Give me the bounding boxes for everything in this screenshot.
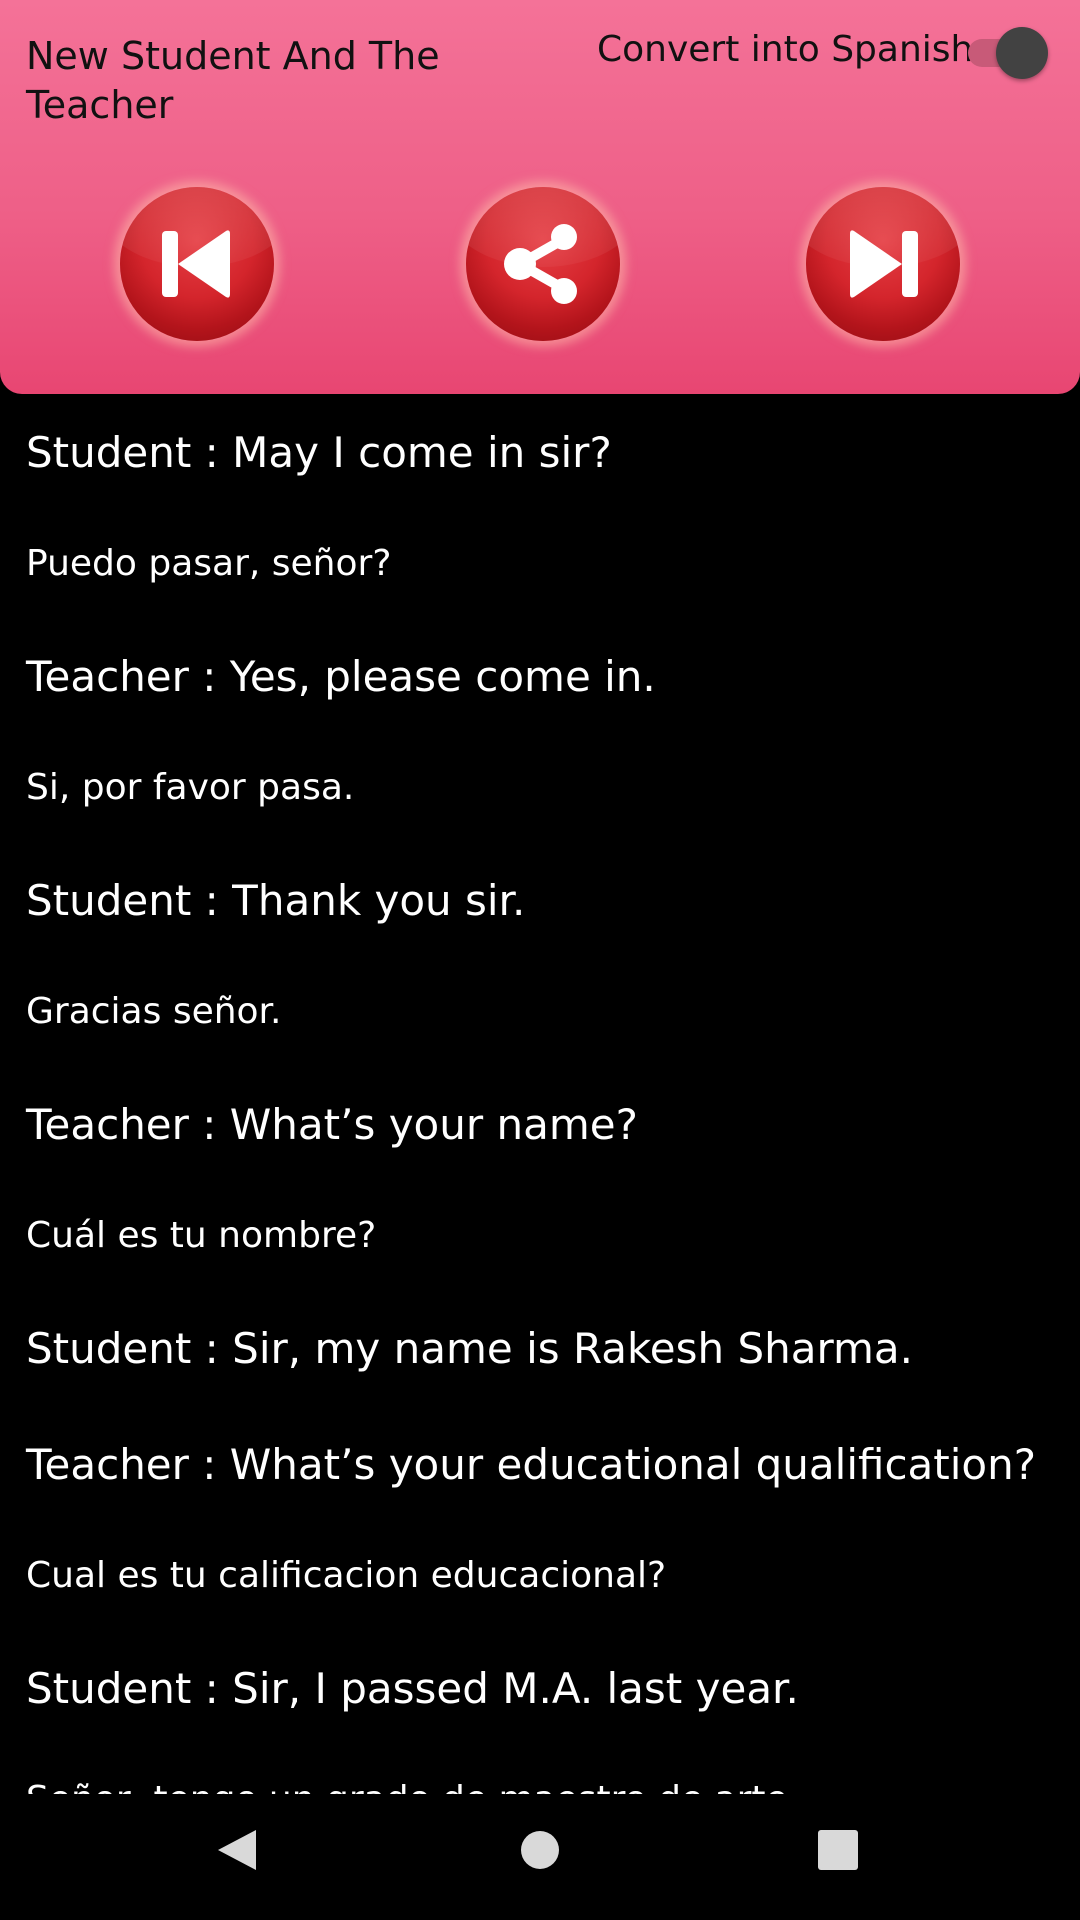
recents-square-icon (818, 1830, 858, 1870)
dialog-line-english: Teacher : What’s your educational qualif… (26, 1440, 1037, 1489)
dialog-line-spanish: Si, por favor pasa. (26, 767, 355, 808)
home-circle-icon (521, 1831, 559, 1869)
dialog-line-english: Student : Sir, my name is Rakesh Sharma. (26, 1324, 914, 1373)
skip-previous-icon (162, 230, 230, 298)
top-panel: New Student And The Teacher Convert into… (0, 0, 1080, 394)
dialog-line-english: Teacher : What’s your name? (26, 1100, 638, 1149)
dialog-line-spanish: Señor, tengo un grado de maestro de arte… (26, 1776, 799, 1794)
dialog-line-english: Student : May I come in sir? (26, 428, 612, 477)
previous-button[interactable] (120, 187, 274, 341)
spanish-toggle[interactable] (964, 27, 1050, 79)
dialog-line-spanish: Cual es tu calificacion educacional? (26, 1555, 667, 1596)
toggle-thumb (996, 27, 1048, 79)
dialog-line-spanish: Gracias señor. (26, 991, 282, 1032)
nav-back-button[interactable] (206, 1820, 266, 1880)
back-triangle-icon (218, 1830, 256, 1870)
dialog-line-spanish: Puedo pasar, señor? (26, 543, 392, 584)
share-icon (504, 224, 577, 304)
nav-home-button[interactable] (510, 1820, 570, 1880)
next-button[interactable] (806, 187, 960, 341)
dialog-line-english: Student : Sir, I passed M.A. last year. (26, 1664, 799, 1713)
share-button[interactable] (466, 187, 620, 341)
toggle-label: Convert into Spanish (597, 29, 974, 70)
dialog-list: Student : May I come in sir? Puedo pasar… (0, 394, 1080, 1794)
system-nav-bar (0, 1794, 1080, 1920)
dialog-line-spanish: Cuál es tu nombre? (26, 1215, 377, 1256)
nav-recents-button[interactable] (808, 1820, 868, 1880)
skip-next-icon (850, 230, 918, 298)
dialog-line-english: Student : Thank you sir. (26, 876, 526, 925)
dialog-line-english: Teacher : Yes, please come in. (26, 652, 656, 701)
page-title: New Student And The Teacher (26, 34, 440, 127)
